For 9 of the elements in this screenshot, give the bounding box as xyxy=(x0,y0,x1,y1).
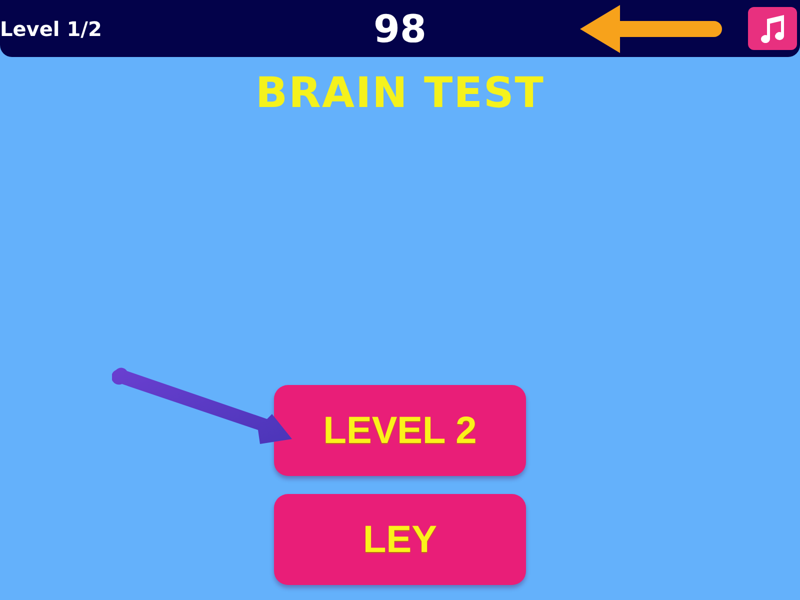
level-label: Level 1/2 xyxy=(0,18,102,38)
left-arrow-icon xyxy=(580,4,724,52)
game-title: BRAIN TEST xyxy=(256,72,544,114)
music-note-icon xyxy=(759,14,786,42)
level-button[interactable]: LEY xyxy=(274,494,526,585)
level-button[interactable]: LEVEL 2 xyxy=(274,385,526,476)
music-button[interactable] xyxy=(748,7,797,50)
back-button[interactable] xyxy=(580,4,724,52)
score-text: 98 xyxy=(374,10,426,48)
